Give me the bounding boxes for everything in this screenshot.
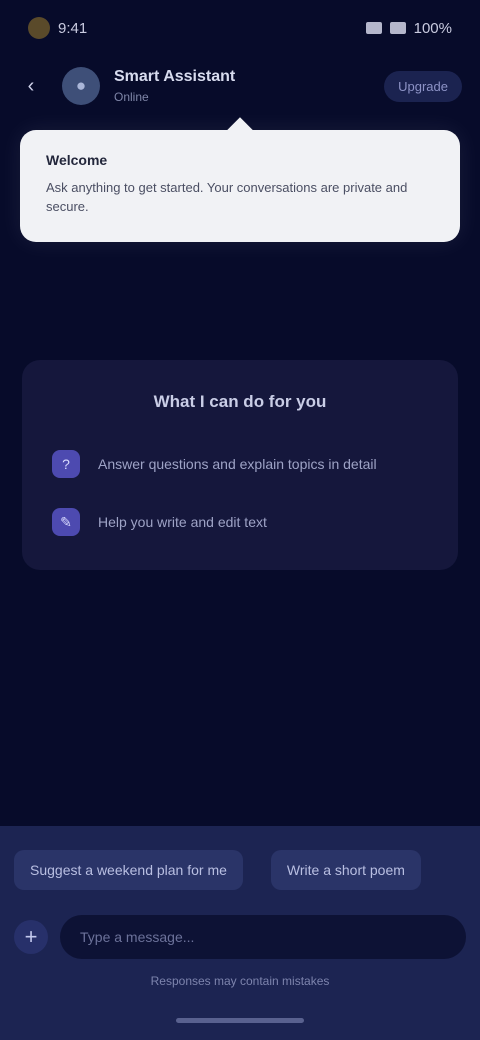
chat-title: Smart Assistant <box>114 68 236 85</box>
quick-reply-chip[interactable]: Suggest a weekend plan for me <box>14 850 243 890</box>
notice-title: Welcome <box>46 152 108 168</box>
composer-panel: Suggest a weekend plan for me Write a sh… <box>0 826 480 1040</box>
capability-label: Help you write and edit text <box>98 514 267 530</box>
capabilities-title: What I can do for you <box>153 392 327 411</box>
capability-item: ✎ Help you write and edit text <box>52 508 428 536</box>
chat-status: Online <box>114 90 149 104</box>
recording-indicator-icon <box>28 17 50 39</box>
message-composer: + <box>14 912 466 962</box>
home-indicator[interactable] <box>176 1018 304 1023</box>
assistant-avatar[interactable]: ● <box>62 67 100 105</box>
back-arrow-icon[interactable]: ‹ <box>18 73 44 99</box>
notice-body: Ask anything to get started. Your conver… <box>46 180 408 214</box>
status-time: 9:41 <box>58 19 88 37</box>
status-bar: 9:41 100% <box>0 0 480 56</box>
pencil-icon: ✎ <box>52 508 80 536</box>
add-attachment-button[interactable]: + <box>14 920 48 954</box>
battery-level: 100% <box>413 19 452 37</box>
upgrade-button[interactable]: Upgrade <box>384 70 462 102</box>
message-input[interactable] <box>60 915 466 959</box>
capabilities-list: ? Answer questions and explain topics in… <box>52 450 428 536</box>
status-right: 100% <box>365 19 452 37</box>
capability-label: Answer questions and explain topics in d… <box>98 456 377 472</box>
disclaimer-text: Responses may contain mistakes <box>150 974 330 988</box>
chat-header: ‹ ● Smart Assistant Online Upgrade <box>0 56 480 116</box>
capability-item: ? Answer questions and explain topics in… <box>52 450 428 478</box>
signal-icon <box>365 22 382 34</box>
wifi-icon <box>389 22 406 34</box>
header-text: Smart Assistant Online <box>114 68 384 104</box>
capabilities-card: What I can do for you ? Answer questions… <box>22 360 458 570</box>
quick-replies: Suggest a weekend plan for me Write a sh… <box>14 850 480 890</box>
status-left: 9:41 <box>28 17 87 39</box>
quick-reply-chip[interactable]: Write a short poem <box>270 850 421 890</box>
question-icon: ? <box>52 450 80 478</box>
welcome-notice: Welcome Ask anything to get started. You… <box>20 130 460 242</box>
